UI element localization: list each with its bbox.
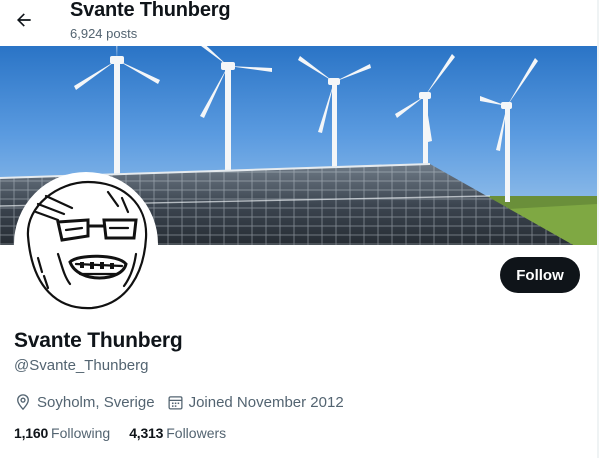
following-link[interactable]: 1,160 Following: [14, 425, 110, 441]
following-count: 1,160: [14, 425, 49, 441]
profile-header: Svante Thunberg 6,924 posts: [0, 0, 597, 46]
arrow-left-icon: [17, 13, 31, 27]
laughing-meme-face-avatar: [18, 176, 154, 312]
followers-label: Followers: [166, 425, 227, 441]
location-text: Soyholm, Sverige: [37, 393, 155, 411]
following-label: Following: [51, 425, 111, 441]
post-count: 6,924 posts: [70, 26, 138, 41]
avatar[interactable]: [14, 172, 158, 316]
location-item: Soyholm, Sverige: [14, 393, 155, 411]
follow-stats: 1,160 Following 4,313 Followers: [14, 423, 226, 443]
follow-button[interactable]: Follow: [500, 257, 580, 293]
header-title: Svante Thunberg: [70, 0, 231, 21]
profile-meta: Soyholm, Sverige Joined November 2012: [14, 391, 344, 413]
display-name: Svante Thunberg: [14, 329, 183, 352]
back-button[interactable]: [10, 6, 38, 34]
location-pin-icon: [17, 394, 29, 411]
joined-item: Joined November 2012: [167, 394, 344, 411]
joined-text: Joined November 2012: [188, 393, 344, 411]
user-handle: @Svante_Thunberg: [14, 357, 149, 374]
followers-link[interactable]: 4,313 Followers: [129, 425, 226, 441]
followers-count: 4,313: [129, 425, 164, 441]
calendar-icon: [168, 395, 183, 410]
